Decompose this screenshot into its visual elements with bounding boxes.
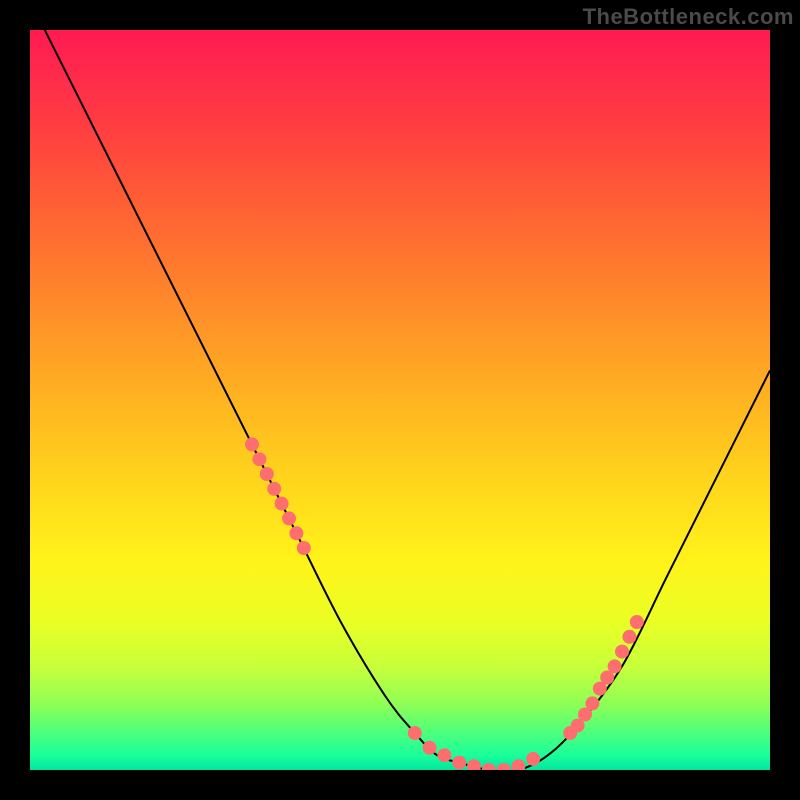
highlight-dot <box>467 759 481 770</box>
highlight-dot <box>245 437 259 451</box>
highlight-dot <box>297 541 311 555</box>
highlight-dot <box>260 467 274 481</box>
highlight-dot <box>608 659 622 673</box>
highlight-dot <box>252 452 266 466</box>
highlight-dot <box>289 526 303 540</box>
highlight-dot <box>526 752 540 766</box>
attribution-label: TheBottleneck.com <box>583 4 794 30</box>
highlight-dot <box>452 756 466 770</box>
highlight-dot <box>282 511 296 525</box>
highlight-dot <box>423 741 437 755</box>
highlight-dot <box>615 645 629 659</box>
highlight-dot <box>267 482 281 496</box>
bottleneck-curve <box>45 30 770 770</box>
curve-layer <box>30 30 770 770</box>
highlight-dot <box>622 630 636 644</box>
plot-area <box>30 30 770 770</box>
chart-frame: TheBottleneck.com <box>0 0 800 800</box>
highlight-dot <box>482 763 496 770</box>
highlight-dot <box>630 615 644 629</box>
highlight-dot <box>437 748 451 762</box>
main-curve <box>45 30 770 770</box>
highlight-dot <box>511 759 525 770</box>
highlight-dot <box>275 497 289 511</box>
highlight-dots <box>245 437 644 770</box>
highlight-dot <box>585 696 599 710</box>
highlight-dot <box>408 726 422 740</box>
highlight-dot <box>497 763 511 770</box>
